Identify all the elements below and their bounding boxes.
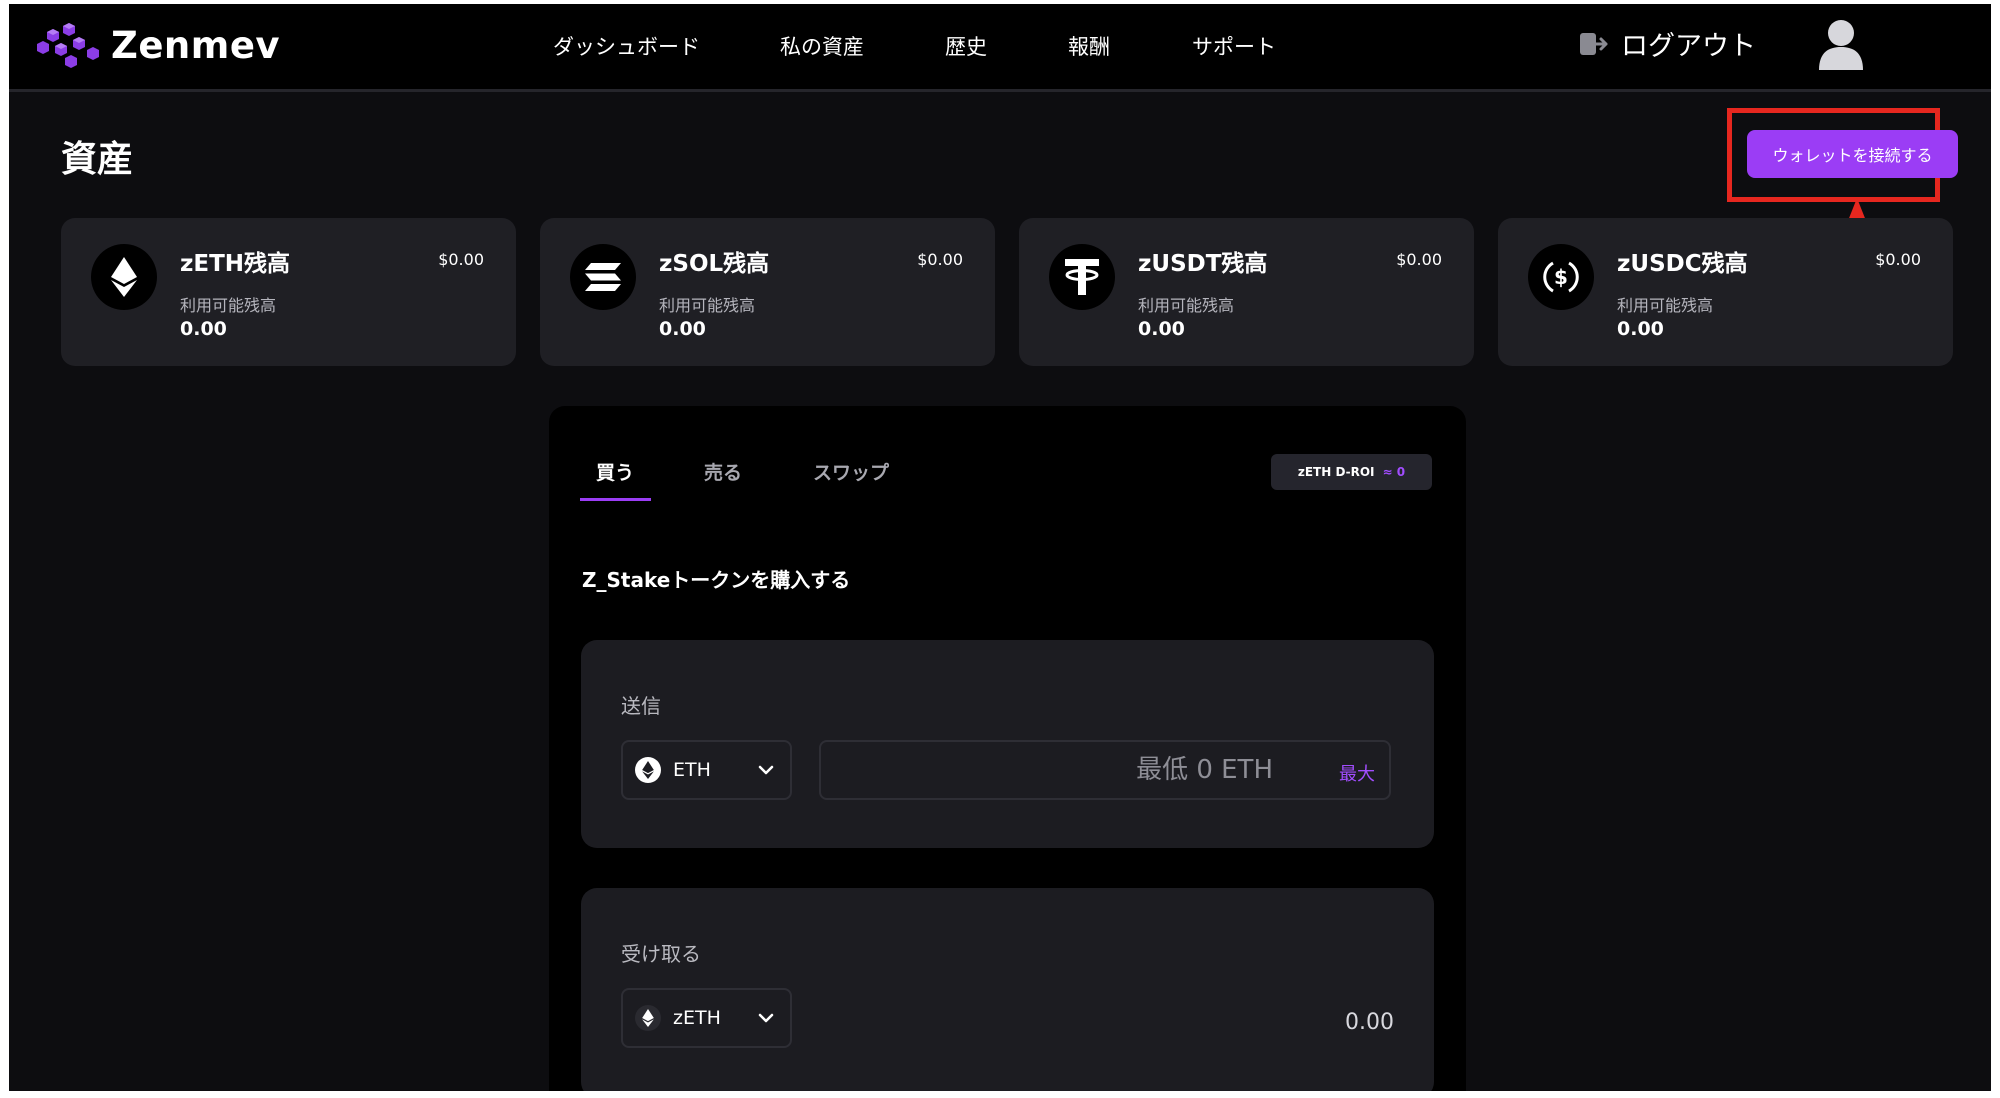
balance-card-title: zETH残高	[180, 251, 291, 277]
balance-card-usd: $0.00	[438, 250, 484, 269]
balance-card-label: 利用可能残高	[180, 296, 277, 315]
solana-icon	[570, 244, 636, 310]
nav-history[interactable]: 歴史	[945, 31, 987, 61]
brand-logo[interactable]: Zenmev	[33, 20, 280, 70]
app-window: Zenmev ダッシュボード 私の資産 歴史 報酬 サポート ログアウト 資産 …	[9, 4, 1991, 1091]
balance-card-value: 0.00	[1138, 318, 1185, 340]
nav-my-assets[interactable]: 私の資産	[780, 31, 864, 61]
balance-card-title: zSOL残高	[659, 251, 770, 277]
ethereum-icon	[91, 244, 157, 310]
send-token-name: ETH	[673, 759, 711, 781]
tab-buy[interactable]: 買う	[596, 458, 634, 485]
send-label: 送信	[621, 694, 661, 718]
chevron-down-icon	[758, 765, 774, 775]
logout-button[interactable]: ログアウト	[1579, 24, 1756, 63]
send-amount-input[interactable]	[821, 742, 1291, 798]
balance-card-value: 0.00	[659, 318, 706, 340]
send-box: 送信 ETH 最大	[581, 640, 1434, 848]
brand-name: Zenmev	[111, 23, 281, 67]
roi-label: zETH D-ROI	[1297, 465, 1375, 479]
zenmev-logo-icon	[37, 23, 99, 68]
connect-wallet-button[interactable]: ウォレットを接続する	[1747, 130, 1958, 178]
receive-token-name: zETH	[673, 1007, 721, 1029]
balance-card-value: 0.00	[1617, 318, 1664, 340]
receive-box: 受け取る zETH 0.00	[581, 888, 1434, 1091]
balance-card-zusdt: zUSDT残高 $0.00 利用可能残高 0.00	[1019, 218, 1474, 366]
max-button[interactable]: 最大	[1339, 760, 1375, 786]
logout-label: ログアウト	[1621, 31, 1756, 62]
tether-icon	[1049, 244, 1115, 310]
logout-icon	[1580, 32, 1608, 55]
ethereum-icon	[635, 1005, 661, 1031]
balance-card-label: 利用可能残高	[1138, 296, 1235, 315]
user-icon[interactable]	[1817, 16, 1865, 72]
balance-card-usd: $0.00	[1875, 250, 1921, 269]
balance-card-label: 利用可能残高	[659, 296, 756, 315]
trade-panel: 買う 売る スワップ zETH D-ROI ≈ 0 Z_Stakeトークンを購入…	[549, 406, 1466, 1091]
balance-card-title: zUSDT残高	[1138, 251, 1268, 277]
send-token-select[interactable]: ETH	[621, 740, 792, 800]
nav-support[interactable]: サポート	[1192, 31, 1276, 61]
page-title: 資産	[61, 139, 134, 180]
chevron-down-icon	[758, 1013, 774, 1023]
roi-value: ≈ 0	[1382, 465, 1406, 479]
svg-text:$: $	[1554, 265, 1568, 289]
tab-sell[interactable]: 売る	[704, 458, 742, 485]
ethereum-icon	[635, 757, 661, 783]
active-tab-indicator	[580, 498, 651, 501]
roi-badge: zETH D-ROI ≈ 0	[1271, 454, 1432, 490]
balance-card-usd: $0.00	[917, 250, 963, 269]
balance-card-label: 利用可能残高	[1617, 296, 1714, 315]
section-title: Z_Stakeトークンを購入する	[582, 568, 851, 592]
tab-swap[interactable]: スワップ	[813, 458, 889, 485]
balance-card-zeth: zETH残高 $0.00 利用可能残高 0.00	[61, 218, 516, 366]
receive-amount: 0.00	[1345, 1010, 1394, 1035]
nav-rewards[interactable]: 報酬	[1068, 31, 1110, 61]
balance-card-usd: $0.00	[1396, 250, 1442, 269]
receive-label: 受け取る	[621, 942, 701, 966]
balance-card-zsol: zSOL残高 $0.00 利用可能残高 0.00	[540, 218, 995, 366]
receive-token-select[interactable]: zETH	[621, 988, 792, 1048]
nav-dashboard[interactable]: ダッシュボード	[553, 31, 700, 61]
usdc-icon: $	[1528, 244, 1594, 310]
balance-card-zusdc: $ zUSDC残高 $0.00 利用可能残高 0.00	[1498, 218, 1953, 366]
send-amount-field: 最大	[819, 740, 1391, 800]
balance-card-title: zUSDC残高	[1617, 251, 1748, 277]
balance-card-value: 0.00	[180, 318, 227, 340]
top-navbar: Zenmev ダッシュボード 私の資産 歴史 報酬 サポート ログアウト	[9, 4, 1991, 92]
